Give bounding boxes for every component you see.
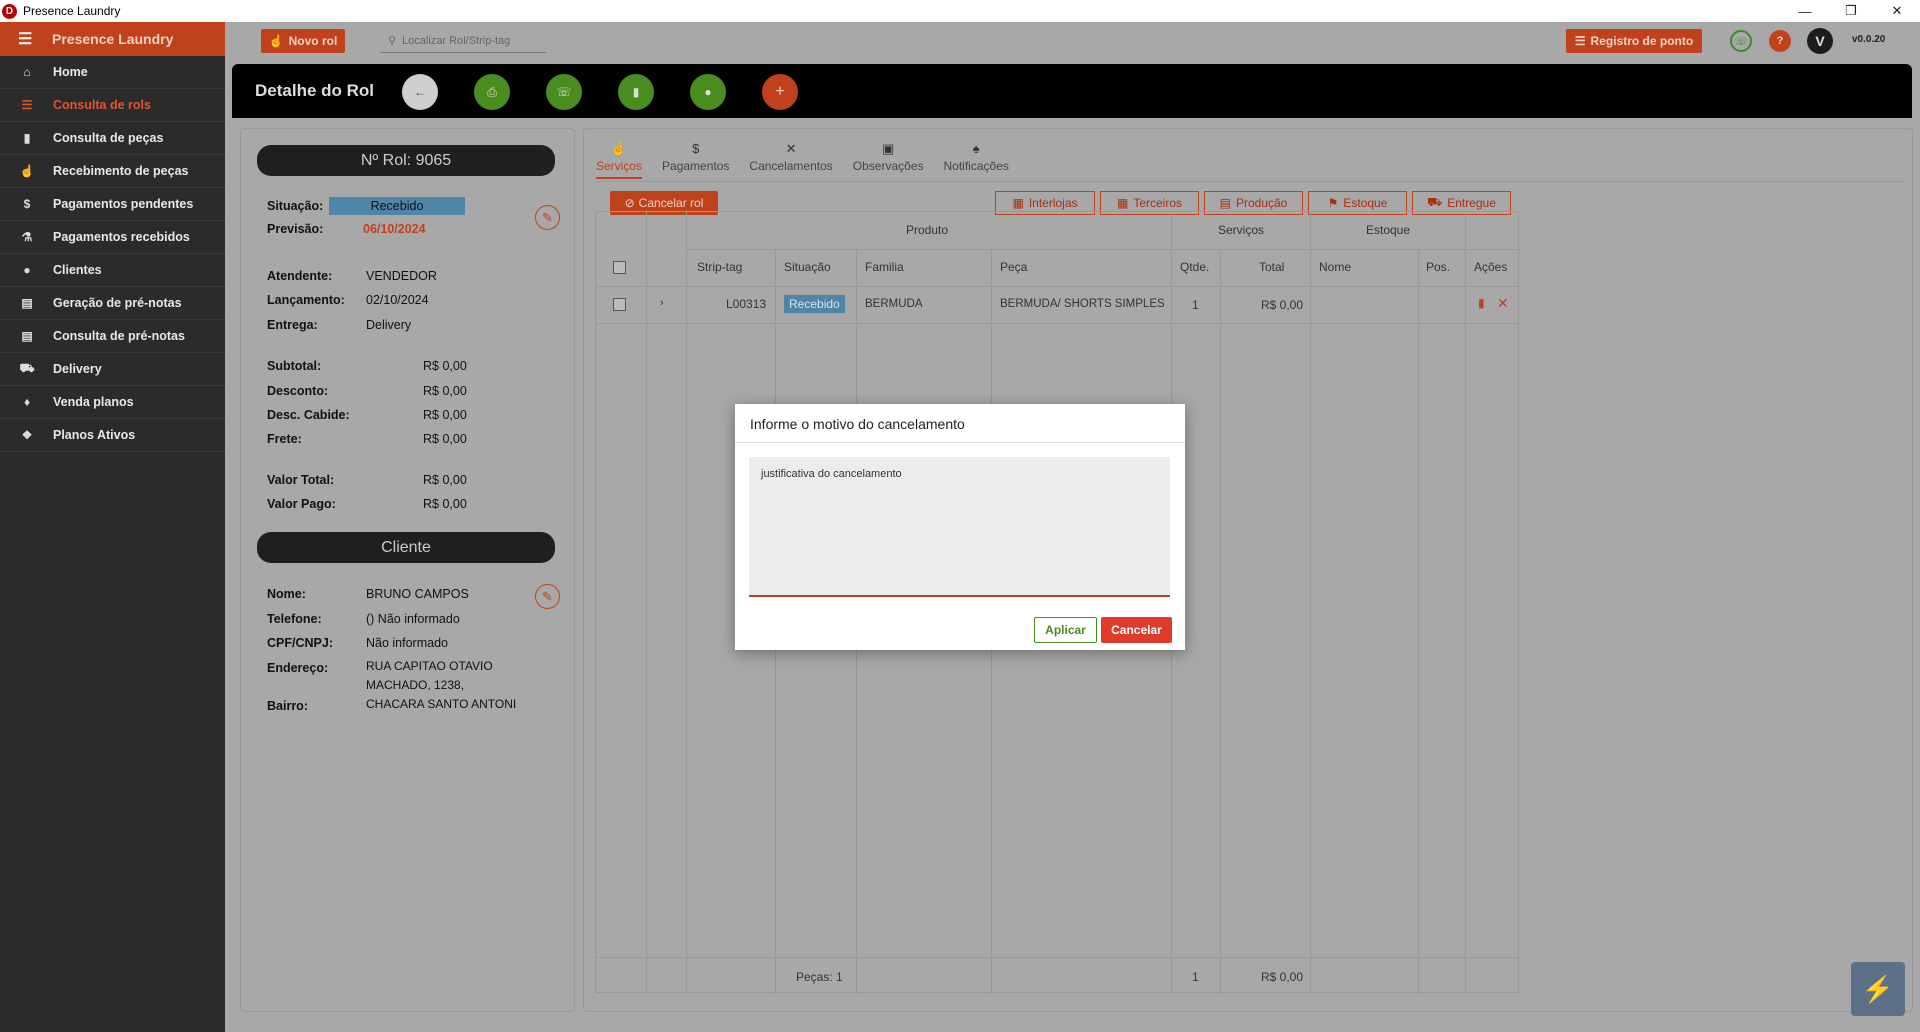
- modal-overlay: Informe o motivo do cancelamento justifi…: [0, 0, 1920, 1032]
- lightning-icon[interactable]: ⚡: [1851, 962, 1905, 1016]
- cancelar-button[interactable]: Cancelar: [1101, 617, 1172, 643]
- aplicar-button[interactable]: Aplicar: [1034, 617, 1097, 643]
- dialog-divider: [735, 442, 1185, 443]
- dialog-title: Informe o motivo do cancelamento: [750, 416, 965, 432]
- cancel-reason-dialog: Informe o motivo do cancelamento justifi…: [735, 404, 1185, 650]
- cancel-reason-textarea[interactable]: justificativa do cancelamento: [749, 457, 1170, 597]
